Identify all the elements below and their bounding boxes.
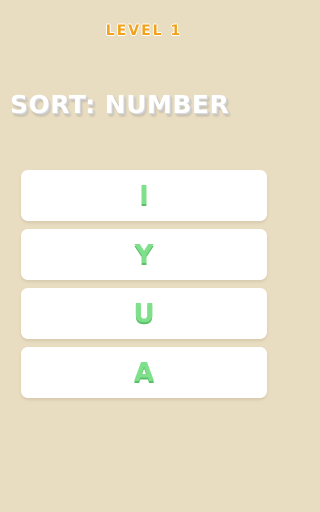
letter-card[interactable]: Y xyxy=(21,229,267,280)
card-letter: I xyxy=(139,180,149,211)
card-letter: A xyxy=(133,357,155,388)
letter-card[interactable]: I xyxy=(21,170,267,221)
sort-instruction: SORT: NUMBER xyxy=(10,90,230,119)
letter-card[interactable]: A xyxy=(21,347,267,398)
letter-card-list: I Y U A xyxy=(21,170,267,406)
level-title: LEVEL 1 xyxy=(105,23,183,39)
letter-card[interactable]: U xyxy=(21,288,267,339)
card-letter: Y xyxy=(134,239,154,270)
card-letter: U xyxy=(133,298,155,329)
